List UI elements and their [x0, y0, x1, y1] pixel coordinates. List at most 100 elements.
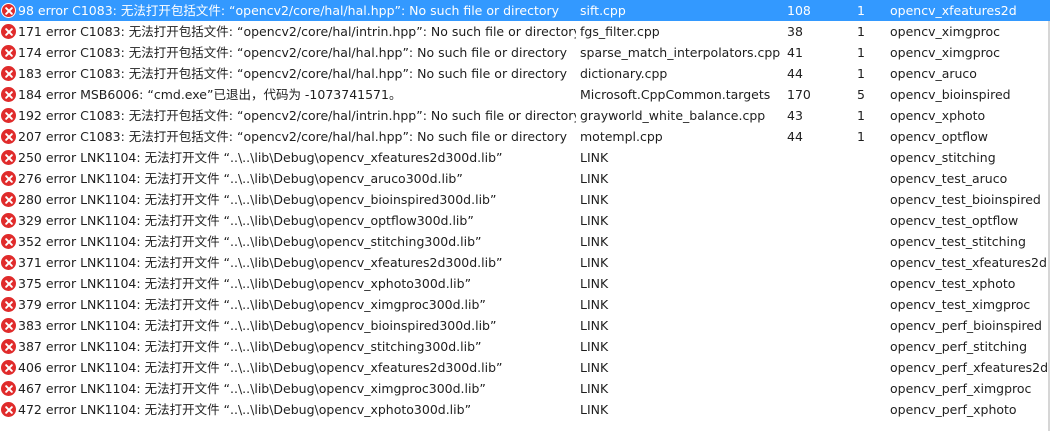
error-column: [857, 357, 882, 378]
error-project: opencv_xphoto: [890, 108, 986, 123]
error-icon-cell: [0, 105, 16, 126]
error-icon-cell: [0, 84, 16, 105]
error-file: LINK: [580, 402, 609, 417]
error-column: 1: [857, 45, 865, 60]
error-icon: [1, 318, 16, 333]
error-project: opencv_test_bioinspired: [890, 192, 1041, 207]
error-icon-cell: [0, 231, 16, 252]
error-icon-cell: [0, 63, 16, 84]
error-row[interactable]: 171 error C1083: 无法打开包括文件: “opencv2/core…: [0, 21, 1050, 42]
error-column: [857, 336, 882, 357]
error-row[interactable]: 276 error LNK1104: 无法打开文件 “..\..\lib\Deb…: [0, 168, 1050, 189]
error-file: LINK: [580, 339, 609, 354]
error-file: LINK: [580, 276, 609, 291]
error-line: [787, 315, 847, 336]
error-project: opencv_test_optflow: [890, 213, 1019, 228]
error-line: [787, 168, 847, 189]
error-icon: [1, 45, 16, 60]
error-icon-cell: [0, 336, 16, 357]
error-icon: [1, 87, 16, 102]
error-row[interactable]: 375 error LNK1104: 无法打开文件 “..\..\lib\Deb…: [0, 273, 1050, 294]
error-row[interactable]: 352 error LNK1104: 无法打开文件 “..\..\lib\Deb…: [0, 231, 1050, 252]
error-row[interactable]: 467 error LNK1104: 无法打开文件 “..\..\lib\Deb…: [0, 378, 1050, 399]
error-description: 379 error LNK1104: 无法打开文件 “..\..\lib\Deb…: [18, 297, 486, 312]
error-row[interactable]: 174 error C1083: 无法打开包括文件: “opencv2/core…: [0, 42, 1050, 63]
error-icon-cell: [0, 126, 16, 147]
error-icon-cell: [0, 42, 16, 63]
error-file: LINK: [580, 150, 609, 165]
error-line: [787, 336, 847, 357]
error-file: LINK: [580, 192, 609, 207]
error-description: 171 error C1083: 无法打开包括文件: “opencv2/core…: [18, 24, 576, 39]
error-row[interactable]: 379 error LNK1104: 无法打开文件 “..\..\lib\Deb…: [0, 294, 1050, 315]
error-file: Microsoft.CppCommon.targets: [580, 87, 771, 102]
error-icon: [1, 3, 16, 18]
error-column: [857, 294, 882, 315]
error-row[interactable]: 387 error LNK1104: 无法打开文件 “..\..\lib\Deb…: [0, 336, 1050, 357]
error-file: LINK: [580, 360, 609, 375]
error-file: LINK: [580, 171, 609, 186]
error-project: opencv_ximgproc: [890, 24, 1001, 39]
error-line: [787, 210, 847, 231]
error-project: opencv_perf_bioinspired: [890, 318, 1042, 333]
error-row[interactable]: 406 error LNK1104: 无法打开文件 “..\..\lib\Deb…: [0, 357, 1050, 378]
error-column: [857, 189, 882, 210]
error-icon: [1, 381, 16, 396]
error-description: 174 error C1083: 无法打开包括文件: “opencv2/core…: [18, 45, 567, 60]
error-row[interactable]: 371 error LNK1104: 无法打开文件 “..\..\lib\Deb…: [0, 252, 1050, 273]
error-icon-cell: [0, 189, 16, 210]
error-project: opencv_test_aruco: [890, 171, 1008, 186]
error-file: dictionary.cpp: [580, 66, 668, 81]
error-row[interactable]: 250 error LNK1104: 无法打开文件 “..\..\lib\Deb…: [0, 147, 1050, 168]
error-column: [857, 147, 882, 168]
error-line: [787, 273, 847, 294]
error-icon-cell: [0, 294, 16, 315]
error-file: LINK: [580, 234, 609, 249]
error-row[interactable]: 98 error C1083: 无法打开包括文件: “opencv2/core/…: [0, 0, 1050, 21]
error-list[interactable]: 98 error C1083: 无法打开包括文件: “opencv2/core/…: [0, 0, 1050, 431]
error-column: [857, 315, 882, 336]
error-icon: [1, 276, 16, 291]
error-row[interactable]: 184 error MSB6006: “cmd.exe”已退出，代码为 -107…: [0, 84, 1050, 105]
error-file: LINK: [580, 318, 609, 333]
error-line: 38: [787, 24, 803, 39]
error-project: opencv_test_xfeatures2d: [890, 255, 1047, 270]
error-description: 184 error MSB6006: “cmd.exe”已退出，代码为 -107…: [18, 87, 402, 102]
error-line: 108: [787, 3, 811, 18]
error-row[interactable]: 183 error C1083: 无法打开包括文件: “opencv2/core…: [0, 63, 1050, 84]
error-row[interactable]: 329 error LNK1104: 无法打开文件 “..\..\lib\Deb…: [0, 210, 1050, 231]
error-icon: [1, 192, 16, 207]
error-row[interactable]: 207 error C1083: 无法打开包括文件: “opencv2/core…: [0, 126, 1050, 147]
error-icon-cell: [0, 273, 16, 294]
error-icon-cell: [0, 378, 16, 399]
error-description: 467 error LNK1104: 无法打开文件 “..\..\lib\Deb…: [18, 381, 486, 396]
error-column: [857, 210, 882, 231]
error-icon-cell: [0, 147, 16, 168]
error-row[interactable]: 192 error C1083: 无法打开包括文件: “opencv2/core…: [0, 105, 1050, 126]
error-row[interactable]: 383 error LNK1104: 无法打开文件 “..\..\lib\Deb…: [0, 315, 1050, 336]
error-description: 329 error LNK1104: 无法打开文件 “..\..\lib\Deb…: [18, 213, 474, 228]
error-icon-cell: [0, 357, 16, 378]
error-icon-cell: [0, 21, 16, 42]
error-description: 183 error C1083: 无法打开包括文件: “opencv2/core…: [18, 66, 567, 81]
error-column: [857, 252, 882, 273]
error-line: [787, 399, 847, 420]
error-row[interactable]: 280 error LNK1104: 无法打开文件 “..\..\lib\Deb…: [0, 189, 1050, 210]
error-project: opencv_perf_stitching: [890, 339, 1028, 354]
error-line: 43: [787, 108, 803, 123]
error-project: opencv_aruco: [890, 66, 977, 81]
error-line: [787, 378, 847, 399]
error-project: opencv_optflow: [890, 129, 988, 144]
error-icon: [1, 297, 16, 312]
error-description: 371 error LNK1104: 无法打开文件 “..\..\lib\Deb…: [18, 255, 503, 270]
error-column: 5: [857, 87, 865, 102]
error-line: 170: [787, 87, 811, 102]
error-row[interactable]: 472 error LNK1104: 无法打开文件 “..\..\lib\Deb…: [0, 399, 1050, 420]
error-icon-cell: [0, 252, 16, 273]
error-icon: [1, 234, 16, 249]
error-project: opencv_stitching: [890, 150, 996, 165]
error-line: [787, 294, 847, 315]
error-column: [857, 399, 882, 420]
error-icon: [1, 171, 16, 186]
error-icon-cell: [0, 168, 16, 189]
